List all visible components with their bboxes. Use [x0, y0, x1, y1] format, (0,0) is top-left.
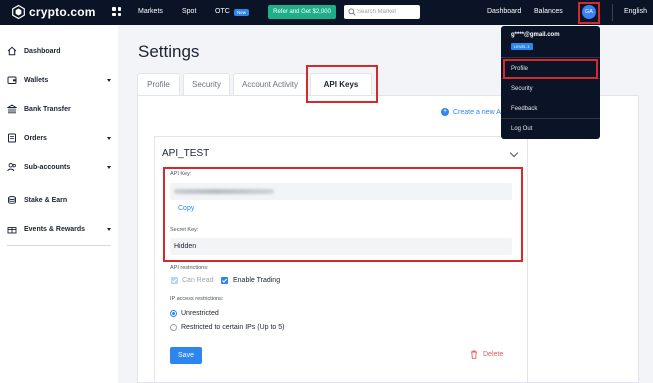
secret-key-field: Hidden	[170, 238, 512, 255]
avatar[interactable]: GA	[582, 5, 596, 19]
nav-markets[interactable]: Markets	[138, 8, 163, 15]
sidebar-item-label: Sub-accounts	[24, 163, 71, 171]
caret-down-icon	[107, 227, 111, 231]
language-selector[interactable]: English	[624, 8, 647, 15]
level-badge: LEVEL 1	[511, 43, 533, 50]
menu-item-feedback[interactable]: Feedback	[511, 106, 537, 112]
tab-profile[interactable]: Profile	[137, 73, 180, 95]
divider	[501, 78, 600, 79]
orders-icon	[8, 133, 16, 143]
gift-icon	[7, 227, 17, 234]
sidebar-item-label: Events & Rewards	[24, 225, 86, 233]
tab-api-keys[interactable]: API Keys	[310, 73, 372, 95]
new-badge: New	[234, 9, 250, 16]
sidebar-item-bank-transfer[interactable]: Bank Transfer	[7, 102, 111, 116]
nav-dashboard[interactable]: Dashboard	[487, 8, 521, 15]
nav-otc[interactable]: OTC	[215, 8, 230, 15]
nav-spot[interactable]: Spot	[182, 8, 196, 15]
secret-key-label: Secret Key:	[170, 227, 199, 233]
sidebar-item-label: Dashboard	[24, 47, 61, 55]
sidebar-item-wallets[interactable]: Wallets	[7, 73, 111, 87]
menu-item-security[interactable]: Security	[511, 86, 533, 92]
api-key-label: API Key:	[170, 171, 192, 177]
logo-text: crypto.com	[29, 5, 96, 19]
sidebar: Dashboard Wallets Bank Transfer Orders S…	[0, 25, 118, 383]
wallet-icon	[7, 76, 17, 84]
tab-security[interactable]: Security	[183, 73, 230, 95]
users-icon	[7, 163, 16, 172]
tab-account-activity[interactable]: Account Activity	[233, 73, 307, 95]
restricted-ips-label: Restricted to certain IPs (Up to 5)	[181, 324, 285, 331]
api-key-name: API_TEST	[162, 148, 210, 159]
bank-icon	[7, 104, 17, 114]
enable-trading-checkbox[interactable]	[221, 277, 228, 284]
sidebar-item-label: Wallets	[24, 76, 49, 84]
divider	[612, 4, 613, 21]
menu-item-logout[interactable]: Log Out	[511, 126, 532, 132]
search-icon	[348, 8, 356, 16]
enable-trading-label: Enable Trading	[233, 277, 281, 284]
logo[interactable]: crypto.com	[12, 5, 96, 19]
sidebar-item-stake-earn[interactable]: Stake & Earn	[7, 193, 111, 207]
restricted-ips-radio[interactable]	[170, 324, 177, 331]
delete-button[interactable]: Delete	[470, 350, 503, 359]
nav-balances[interactable]: Balances	[534, 8, 563, 15]
house-icon	[7, 46, 17, 56]
sidebar-item-events-rewards[interactable]: Events & Rewards	[7, 222, 111, 236]
sidebar-divider	[7, 245, 111, 246]
ip-restrictions-label: IP access restrictions:	[170, 296, 224, 302]
api-key-card	[154, 136, 528, 383]
apps-grid-icon[interactable]	[112, 7, 121, 16]
save-button[interactable]: Save	[170, 347, 202, 364]
caret-down-icon	[107, 136, 111, 140]
sidebar-item-orders[interactable]: Orders	[7, 131, 111, 145]
coins-icon	[8, 196, 16, 204]
caret-down-icon	[107, 165, 111, 169]
blurred-api-key	[174, 189, 274, 194]
can-read-label: Can Read	[182, 277, 214, 284]
delete-label: Delete	[483, 351, 504, 358]
caret-down-icon	[107, 78, 111, 82]
refer-button[interactable]: Refer and Get $2,000	[268, 5, 336, 19]
search-box[interactable]	[344, 5, 420, 19]
sidebar-item-label: Bank Transfer	[24, 105, 71, 113]
account-email: g****@gmail.com	[511, 32, 560, 38]
copy-button[interactable]: Copy	[178, 205, 194, 212]
menu-item-profile[interactable]: Profile	[511, 66, 528, 72]
sidebar-item-dashboard[interactable]: Dashboard	[7, 44, 111, 58]
account-dropdown: g****@gmail.com LEVEL 1 Profile Security…	[501, 26, 600, 139]
create-new-label: Create a new A	[453, 108, 501, 116]
unrestricted-radio[interactable]	[170, 310, 177, 317]
top-bar: crypto.com Markets Spot OTC New Refer an…	[0, 0, 653, 25]
search-input[interactable]	[357, 5, 419, 19]
api-restrictions-label: API restrictions:	[170, 265, 209, 271]
divider	[501, 57, 600, 58]
unrestricted-label: Unrestricted	[181, 310, 219, 317]
api-key-field	[170, 183, 512, 200]
can-read-checkbox[interactable]	[171, 277, 178, 284]
plus-icon: +	[441, 108, 449, 116]
divider	[501, 118, 600, 119]
sidebar-item-label: Stake & Earn	[24, 196, 68, 204]
trash-icon	[471, 350, 477, 359]
sidebar-item-label: Orders	[24, 134, 47, 142]
sidebar-item-sub-accounts[interactable]: Sub-accounts	[7, 160, 111, 174]
crypto-logo-icon	[12, 5, 25, 19]
create-new-api-key-link[interactable]: + Create a new A	[441, 108, 501, 116]
page-title: Settings	[138, 42, 200, 61]
